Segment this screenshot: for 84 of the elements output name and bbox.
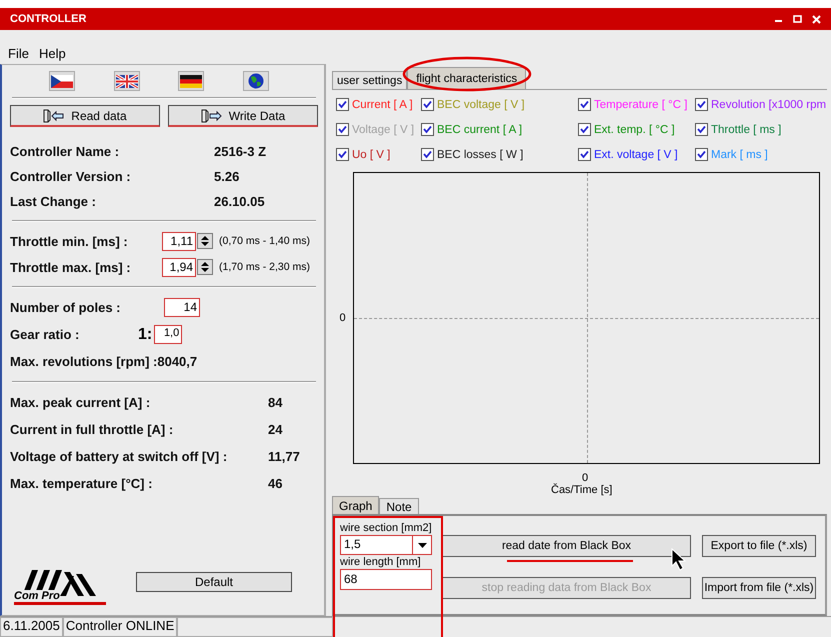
checkmark-icon (580, 100, 589, 109)
field-label: Gear ratio : (10, 327, 80, 342)
field-value: 8040,7 (157, 354, 198, 369)
field-label: wire section [mm2] (340, 522, 432, 534)
series-checkbox[interactable]: Revolution [x1000 rpm (695, 96, 827, 113)
language-button[interactable] (49, 71, 76, 91)
field-label: Controller Name : (10, 144, 120, 159)
field-value: 46 (268, 476, 282, 491)
language-button[interactable] (114, 71, 140, 91)
arrow-right-icon (200, 108, 223, 122)
field-label: Max. revolutions [rpm] : (10, 354, 158, 369)
tab[interactable]: Note (379, 498, 419, 514)
checkmark-icon (423, 125, 432, 134)
series-checkbox[interactable]: Uo [ V ] (336, 146, 421, 163)
checkmark-icon (580, 150, 589, 159)
tab[interactable]: Graph (332, 496, 380, 514)
series-checkbox[interactable]: BEC current [ A ] (421, 121, 578, 138)
arrow-left-icon (43, 108, 66, 122)
language-button[interactable] (178, 71, 204, 91)
y-axis-tick: 0 (338, 312, 347, 324)
maximize-icon[interactable] (793, 14, 802, 24)
series-checkbox[interactable]: Throttle [ ms ] (695, 121, 827, 138)
series-checkbox[interactable]: Ext. temp. [ °C ] (578, 121, 695, 138)
close-icon[interactable] (812, 14, 821, 24)
series-checkbox[interactable]: BEC losses [ W ] (421, 146, 578, 163)
field-label: Max. temperature [°C] : (10, 476, 154, 491)
checkmark-icon (423, 100, 432, 109)
number-field[interactable]: 14 (164, 298, 200, 317)
checkmark-icon (697, 100, 706, 109)
field-value: 11,77 (268, 449, 300, 464)
field-value: 5.26 (214, 169, 240, 184)
spinner-control[interactable] (197, 233, 213, 249)
german-flag-icon (180, 74, 202, 88)
read-data-button[interactable]: Read data (10, 105, 160, 127)
number-field[interactable]: 1,94 (162, 258, 196, 276)
checkmark-icon (338, 100, 347, 109)
field-value: 2516-3 Z (214, 144, 266, 159)
range-hint: (1,70 ms - 2,30 ms) (219, 261, 310, 273)
field-value: 24 (268, 422, 282, 437)
status-text: Controller ONLINE (62, 617, 178, 637)
checkmark-icon (338, 150, 347, 159)
menu-item[interactable]: Help (38, 46, 66, 61)
field-label: Throttle max. [ms] : (10, 260, 132, 274)
language-button[interactable] (242, 71, 269, 91)
czech-flag-icon (51, 74, 74, 88)
number-field[interactable]: 1,11 (162, 232, 196, 250)
field-label: Number of poles : (10, 300, 122, 315)
field-label: Voltage of battery at switch off [V] : (10, 449, 228, 464)
number-field[interactable]: 1,0 (154, 325, 182, 344)
field-value: 26.10.05 (214, 194, 265, 209)
wire-length-field[interactable]: 68 (340, 569, 432, 590)
field-label: Current in full throttle [A] : (10, 422, 174, 437)
tab[interactable]: user settings (332, 71, 408, 89)
checkmark-icon (580, 125, 589, 134)
spinner-control[interactable] (197, 259, 213, 275)
field-value: 84 (268, 395, 282, 410)
x-axis-tick: 0 (582, 472, 588, 484)
status-text: 6.11.2005 (0, 617, 63, 637)
ratio-prefix: 1: (138, 326, 152, 344)
device-read-button[interactable]: read date from Black Box (442, 535, 691, 557)
default-button[interactable]: Default (136, 572, 292, 592)
series-checkbox[interactable]: Ext. voltage [ V ] (578, 146, 695, 163)
wire-section-dropdown[interactable]: 1,5 (340, 535, 432, 555)
field-label: Throttle min. [ms] : (10, 234, 129, 248)
file-button[interactable]: Import from file (*.xls) (702, 577, 816, 599)
field-label: Controller Version : (10, 169, 132, 184)
field-label: wire length [mm] (340, 556, 422, 568)
dropdown-arrow-icon (418, 542, 426, 548)
window-title: CONTROLLER (10, 13, 86, 25)
x-axis-label: Čas/Time [s] (551, 484, 612, 496)
checkmark-icon (697, 125, 706, 134)
checkmark-icon (697, 150, 706, 159)
field-label: Max. peak current [A] : (10, 395, 152, 410)
logo-text: Com Pro (14, 590, 60, 602)
checkmark-icon (423, 150, 432, 159)
field-label: Last Change : (10, 194, 97, 209)
checkmark-icon (338, 125, 347, 134)
globe-icon (248, 73, 264, 89)
menu-item[interactable]: File (8, 46, 29, 61)
british-flag-icon (116, 74, 138, 88)
tab[interactable]: flight characteristics (407, 67, 526, 89)
range-hint: (0,70 ms - 1,40 ms) (219, 235, 310, 247)
write-data-button[interactable]: Write Data (168, 105, 318, 127)
file-button[interactable]: Export to file (*.xls) (702, 535, 816, 557)
